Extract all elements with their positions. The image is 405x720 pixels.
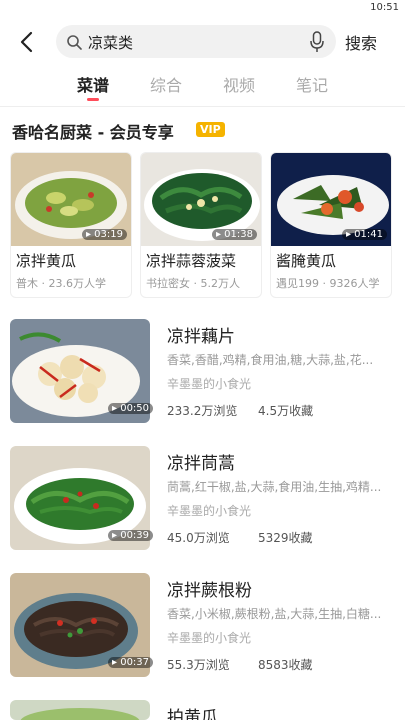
view-count: 55.3万浏览 xyxy=(167,658,230,672)
active-tab-indicator xyxy=(87,98,99,101)
card-title: 凉拌黄瓜 xyxy=(16,252,77,270)
video-duration: ▸ 00:37 xyxy=(108,657,154,668)
card-meta: 遇见199 · 9326人学 xyxy=(276,277,380,290)
recipe-card[interactable]: ▸ 01:38 凉拌蒜蓉菠菜 书拉密女 · 5.2万人 xyxy=(140,152,262,298)
recipe-card[interactable]: ▸ 03:19 凉拌黄瓜 普木 · 23.6万人学 xyxy=(10,152,132,298)
search-input[interactable]: 凉菜类 xyxy=(88,32,133,53)
video-duration: ▸ 01:41 xyxy=(341,229,387,240)
recipe-ingredients: 茼蒿,红干椒,盐,大蒜,食用油,生抽,鸡精... xyxy=(167,480,382,494)
recipe-row[interactable]: ▸ 00:37 凉拌蕨根粉 香菜,小米椒,蕨根粉,盐,大蒜,生抽,白糖... 辛… xyxy=(0,573,405,693)
tab-general[interactable]: 综合 xyxy=(136,72,196,96)
tab-notes[interactable]: 笔记 xyxy=(282,72,342,96)
recipe-author: 辛墨墨的小食光 xyxy=(167,504,252,518)
recipe-author: 辛墨墨的小食光 xyxy=(167,377,252,391)
search-box[interactable]: 凉菜类 xyxy=(56,25,336,58)
tab-recipes[interactable]: 菜谱 xyxy=(63,72,123,96)
card-meta: 书拉密女 · 5.2万人 xyxy=(146,277,240,290)
section-title: 香哈名厨菜 - 会员专享 xyxy=(12,123,174,142)
card-meta: 普木 · 23.6万人学 xyxy=(16,277,106,290)
status-bar: 10:51 xyxy=(0,0,405,16)
recipe-row[interactable]: ▸ 00:39 凉拌茼蒿 茼蒿,红干椒,盐,大蒜,食用油,生抽,鸡精... 辛墨… xyxy=(0,446,405,566)
recipe-author: 辛墨墨的小食光 xyxy=(167,631,252,645)
recipe-ingredients: 香菜,香醋,鸡精,食用油,糖,大蒜,盐,花... xyxy=(167,353,374,367)
tab-bar: 菜谱 综合 视频 笔记 xyxy=(0,72,405,106)
video-duration: ▸ 01:38 xyxy=(211,229,257,240)
tab-videos[interactable]: 视频 xyxy=(209,72,269,96)
card-title: 凉拌蒜蓉菠菜 xyxy=(146,252,237,270)
recipe-row[interactable]: 拍黄瓜 xyxy=(0,700,405,720)
back-arrow-icon[interactable] xyxy=(14,28,42,56)
favorite-count: 4.5万收藏 xyxy=(258,404,314,418)
recipe-title: 拍黄瓜 xyxy=(167,708,218,720)
recipe-title: 凉拌蕨根粉 xyxy=(167,581,252,601)
search-button[interactable]: 搜索 xyxy=(345,30,377,54)
recipe-title: 凉拌藕片 xyxy=(167,327,235,347)
recipe-row[interactable]: ▸ 00:50 凉拌藕片 香菜,香醋,鸡精,食用油,糖,大蒜,盐,花... 辛墨… xyxy=(0,319,405,439)
view-count: 45.0万浏览 xyxy=(167,531,230,545)
favorite-count: 5329收藏 xyxy=(258,531,313,545)
microphone-icon[interactable] xyxy=(310,31,324,53)
status-time: 10:51 xyxy=(370,2,399,13)
search-icon xyxy=(67,35,82,50)
top-bar: 凉菜类 搜索 xyxy=(0,22,405,62)
card-title: 酱腌黄瓜 xyxy=(276,252,337,270)
recipe-thumbnail xyxy=(10,700,150,720)
video-duration: ▸ 00:39 xyxy=(108,530,154,541)
video-duration: ▸ 03:19 xyxy=(81,229,127,240)
favorite-count: 8583收藏 xyxy=(258,658,313,672)
recipe-card[interactable]: ▸ 01:41 酱腌黄瓜 遇见199 · 9326人学 xyxy=(270,152,392,298)
recipe-title: 凉拌茼蒿 xyxy=(167,454,235,474)
video-duration: ▸ 00:50 xyxy=(108,403,154,414)
vip-badge: VIP xyxy=(196,122,225,137)
recipe-ingredients: 香菜,小米椒,蕨根粉,盐,大蒜,生抽,白糖... xyxy=(167,607,382,621)
view-count: 233.2万浏览 xyxy=(167,404,238,418)
divider xyxy=(0,106,405,107)
